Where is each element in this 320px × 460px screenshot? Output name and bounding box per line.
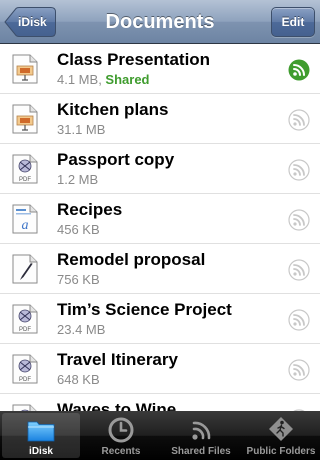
pdf-label: PDF — [19, 377, 31, 383]
file-size: 31.1 MB — [57, 122, 106, 137]
file-meta: 756 KB — [57, 272, 100, 287]
pdf-icon: PDF — [12, 404, 37, 411]
document-row[interactable]: PDF Passport copy 1.2 MB — [0, 144, 320, 194]
file-meta: 31.1 MB — [57, 122, 105, 137]
file-meta: 456 KB — [57, 222, 100, 237]
pdf-icon: PDF — [12, 304, 38, 334]
share-icon[interactable] — [288, 109, 310, 131]
file-name: Travel Itinerary — [57, 350, 178, 369]
file-size: 1.2 MB — [57, 172, 99, 187]
clock-icon — [108, 417, 134, 443]
file-size: 4.1 MB — [57, 72, 99, 87]
tab-public-folders[interactable]: Public Folders — [242, 413, 320, 458]
tab-label: Shared Files — [171, 446, 231, 457]
navigation-bar: iDisk Documents Edit — [0, 0, 320, 44]
pen-document-icon — [12, 254, 38, 284]
share-icon[interactable] — [288, 309, 310, 331]
file-name: Remodel proposal — [57, 250, 206, 269]
file-name: Waves to Wine — [57, 400, 177, 411]
document-list: Class Presentation 4.1 MB, Shared Kitchen … — [0, 44, 320, 411]
tab-bar: iDisk Recents Shared Files Public Folder… — [0, 411, 320, 460]
file-size: 756 KB — [57, 272, 100, 287]
keynote-icon — [12, 54, 38, 84]
file-size: 648 KB — [57, 372, 100, 387]
pdf-icon: PDF — [12, 354, 38, 384]
pdf-label: PDF — [19, 177, 31, 183]
file-name: Recipes — [57, 200, 123, 219]
share-icon[interactable] — [288, 209, 310, 231]
document-row[interactable]: a Recipes 456 KB — [0, 194, 320, 244]
file-size: 456 KB — [57, 222, 100, 237]
tab-shared-files[interactable]: Shared Files — [162, 413, 240, 458]
document-row[interactable]: Kitchen plans 31.1 MB — [0, 94, 320, 144]
back-button-label: iDisk — [18, 15, 47, 29]
back-button[interactable]: iDisk — [4, 7, 57, 37]
document-row[interactable]: Class Presentation 4.1 MB, Shared — [0, 44, 320, 94]
walking-person-icon — [269, 417, 293, 441]
file-size: 23.4 MB — [57, 322, 106, 337]
pdf-icon: PDF — [12, 154, 38, 184]
pdf-label: PDF — [19, 327, 31, 333]
svg-text:a: a — [22, 218, 29, 233]
file-meta: 4.1 MB, Shared — [57, 72, 150, 87]
document-row[interactable]: Remodel proposal 756 KB — [0, 244, 320, 294]
tab-recents[interactable]: Recents — [82, 413, 160, 458]
tab-label: iDisk — [29, 446, 53, 457]
share-icon[interactable] — [288, 359, 310, 381]
tab-label: Public Folders — [246, 446, 316, 457]
page-title: Documents — [105, 11, 215, 33]
file-name: Kitchen plans — [57, 100, 169, 119]
pages-icon: a — [12, 204, 38, 234]
folder-icon — [27, 421, 55, 442]
file-meta: 23.4 MB — [57, 322, 105, 337]
edit-button[interactable]: Edit — [271, 7, 315, 37]
file-name: Passport copy — [57, 150, 175, 169]
file-meta: 1.2 MB — [57, 172, 98, 187]
file-name: Tim’s Science Project — [57, 300, 232, 319]
file-meta: 648 KB — [57, 372, 100, 387]
keynote-icon — [12, 104, 38, 134]
tab-idisk[interactable]: iDisk — [2, 413, 80, 458]
tab-label: Recents — [101, 446, 141, 457]
document-row[interactable]: PDF Tim’s Science Project 23.4 MB — [0, 294, 320, 344]
shared-status: Shared — [105, 72, 150, 87]
share-icon[interactable] — [288, 159, 310, 181]
share-icon[interactable] — [288, 59, 310, 81]
broadcast-icon — [192, 421, 211, 440]
document-row[interactable]: PDF Waves to Wine — [0, 394, 320, 411]
file-name: Class Presentation — [57, 50, 211, 69]
share-icon[interactable] — [288, 259, 310, 281]
document-row[interactable]: PDF Travel Itinerary 648 KB — [0, 344, 320, 394]
